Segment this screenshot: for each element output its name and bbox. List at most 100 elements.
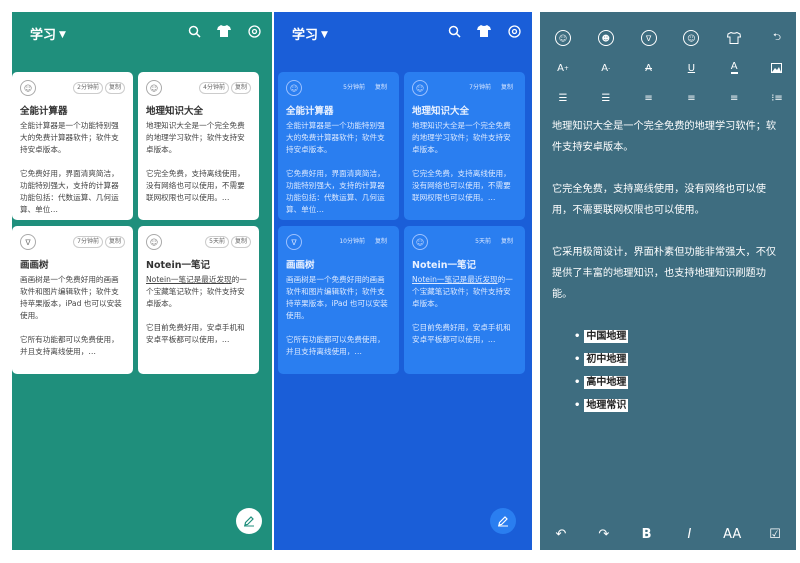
new-note-button[interactable] [490, 508, 516, 534]
note-card[interactable]: ☺ 2分钟前 复制 全能计算器 全能计算器是一个功能特别强大的免费计算器软件；软件支… [12, 72, 133, 220]
font-size-icon[interactable]: AA [723, 526, 741, 542]
notebook-selector[interactable]: 学习 ▼ [292, 24, 328, 43]
note-time: 5天前 [205, 236, 229, 248]
list-item: 高中地理 [574, 372, 784, 393]
notebook-title: 学习 [292, 28, 319, 43]
align-right-icon[interactable]: ≡ [725, 90, 743, 106]
editor-content[interactable]: 地理知识大全是一个完全免费的地理学习软件；软件支持安卓版本。 它完全免费，支持离… [552, 116, 784, 418]
editor-paragraph: 它采用极简设计，界面朴素但功能非常强大，不仅提供了丰富的地理知识，也支持地理知识… [552, 247, 777, 300]
note-card[interactable]: ᐁ 10分钟前 复制 画画树 画画树是一个免费好用的画画软件和图片编辑软件；软件支持… [278, 226, 399, 374]
panel-teal: 学习 ▼ ☺ 2分钟前 复制 全能计算器 全能计算器是一个功能特别强大的免费计算器软件… [12, 12, 272, 550]
note-text: 它目前免费好用，安卓手机和安卓平板都可以使用，… [146, 323, 245, 344]
note-title: Notein一笔记 [146, 260, 210, 271]
image-icon[interactable] [768, 60, 786, 76]
notebook-title: 学习 [30, 28, 57, 43]
note-text: 全能计算器是一个功能特别强大的免费计算器软件；软件支持安卓版本。 [20, 121, 119, 154]
note-title: 地理知识大全 [146, 106, 204, 117]
note-link[interactable]: Notein一笔记是最近发现 [146, 275, 232, 284]
neutral-face-icon[interactable]: ᐁ [640, 30, 657, 46]
note-text: 地理知识大全是一个完全免费的地理学习软件；软件支持安卓版本。 [412, 121, 511, 154]
toolbar-row-emoji: ☺ ☻ ᐁ ☺ ⮌ [554, 30, 786, 46]
note-text: 它所有功能都可以免费使用，并且支持离线使用，… [286, 335, 385, 356]
note-time: 5分钟前 [343, 84, 365, 91]
indent-icon[interactable]: ☰ [554, 90, 572, 106]
settings-icon[interactable] [246, 23, 262, 39]
notebook-selector[interactable]: 学习 ▼ [30, 24, 66, 43]
panel-editor: ☺ ☻ ᐁ ☺ ⮌ A + A- A U A ☰ ☰ ≡ ≡ ≡ ⁝≡ 地理知识大… [540, 12, 796, 550]
return-icon[interactable]: ⮌ [768, 30, 786, 46]
note-text: 它所有功能都可以免费使用，并且支持离线使用，… [20, 335, 119, 356]
search-icon[interactable] [446, 23, 462, 39]
note-text: 它目前免费好用，安卓手机和安卓平板都可以使用，… [412, 323, 511, 344]
top-bar: 学习 ▼ [12, 12, 272, 52]
note-text: 全能计算器是一个功能特别强大的免费计算器软件；软件支持安卓版本。 [286, 121, 385, 154]
note-time: 2分钟前 [73, 82, 103, 94]
text-color-icon[interactable]: A [725, 60, 743, 76]
shirt-outline-icon[interactable] [725, 30, 743, 46]
note-text: 它完全免费，支持离线使用，没有网络也可以使用，不需要联网权限也可以使用。… [412, 169, 511, 202]
smiley-icon: ☺ [286, 80, 302, 96]
editor-paragraph: 它完全免费，支持离线使用，没有网络也可以使用，不需要联网权限也可以使用。 [552, 184, 766, 216]
copy-button[interactable]: 复制 [104, 82, 125, 94]
checkbox-icon[interactable]: ☑ [766, 526, 784, 542]
toolbar-row-text: A + A- A U A [554, 60, 786, 76]
align-left-icon[interactable]: ≡ [640, 90, 658, 106]
bold-icon[interactable]: B [638, 526, 656, 542]
copy-button[interactable]: 复制 [497, 82, 517, 94]
note-text: 它免费好用，界面清爽简洁，功能特别强大，支持的计算器功能包括：代数运算、几何运算… [20, 169, 119, 214]
copy-button[interactable]: 复制 [371, 236, 391, 248]
underline-icon[interactable]: U [682, 60, 700, 76]
outdent-icon[interactable]: ☰ [597, 90, 615, 106]
shirt-icon[interactable] [216, 23, 232, 39]
copy-button[interactable]: 复制 [230, 82, 251, 94]
panel-blue: 学习 ▼ ☺ 5分钟前 复制 全能计算器 全能计算器是一个功能特别强大的免费计算器软件… [274, 12, 532, 550]
note-link[interactable]: Notein一笔记是最近发现 [412, 275, 498, 284]
wink-face-icon[interactable]: ☺ [683, 30, 700, 46]
shirt-icon[interactable] [476, 23, 492, 39]
note-card[interactable]: ☺ 5分钟前 复制 全能计算器 全能计算器是一个功能特别强大的免费计算器软件；软件支… [278, 72, 399, 220]
copy-button[interactable]: 复制 [230, 236, 251, 248]
note-card[interactable]: ☺ 7分钟前 复制 地理知识大全 地理知识大全是一个完全免费的地理学习软件；软件支持… [404, 72, 525, 220]
note-title: Notein一笔记 [412, 260, 476, 271]
note-time: 5天前 [475, 238, 491, 245]
italic-icon[interactable]: I [680, 526, 698, 542]
align-center-icon[interactable]: ≡ [682, 90, 700, 106]
note-time: 7分钟前 [73, 236, 103, 248]
note-title: 全能计算器 [286, 106, 334, 117]
toolbar-row-align: ☰ ☰ ≡ ≡ ≡ ⁝≡ [554, 90, 786, 106]
list-item: 初中地理 [574, 349, 784, 370]
search-icon[interactable] [186, 23, 202, 39]
top-bar: 学习 ▼ [274, 12, 532, 52]
redo-icon[interactable]: ↷ [595, 526, 613, 542]
font-decrease-icon[interactable]: A- [597, 60, 615, 76]
copy-button[interactable]: 复制 [104, 236, 125, 248]
list-item: 中国地理 [574, 326, 784, 347]
settings-icon[interactable] [506, 23, 522, 39]
note-card[interactable]: ☺ 4分钟前 复制 地理知识大全 地理知识大全是一个完全免费的地理学习软件；软件支持… [138, 72, 259, 220]
note-title: 全能计算器 [20, 106, 68, 117]
chevron-down-icon: ▼ [59, 30, 66, 40]
face-icon: ᐁ [286, 234, 302, 250]
face-icon: ᐁ [20, 234, 36, 250]
bullet-list-icon[interactable]: ⁝≡ [768, 90, 786, 106]
note-text: 它免费好用，界面清爽简洁，功能特别强大，支持的计算器功能包括：代数运算、几何运算… [286, 169, 385, 214]
smiley-icon[interactable]: ☺ [555, 30, 571, 46]
strikethrough-icon[interactable]: A [640, 60, 658, 76]
note-title: 画画树 [286, 260, 315, 271]
note-card[interactable]: ☺ 5天前 复制 Notein一笔记 Notein一笔记是最近发现的一个宝藏笔记软件… [138, 226, 259, 374]
happy-face-icon[interactable]: ☻ [597, 30, 614, 46]
note-card[interactable]: ☺ 5天前 复制 Notein一笔记 Notein一笔记是最近发现的一个宝藏笔记软件… [404, 226, 525, 374]
smiley-icon: ☺ [20, 80, 36, 96]
smiley-icon: ☺ [146, 80, 162, 96]
bullet-list: 中国地理 初中地理 高中地理 地理常识 [574, 326, 784, 416]
undo-icon[interactable]: ↶ [552, 526, 570, 542]
copy-button[interactable]: 复制 [371, 82, 391, 94]
font-increase-icon[interactable]: A + [554, 60, 572, 76]
copy-button[interactable]: 复制 [497, 236, 517, 248]
note-text: 它完全免费，支持离线使用，没有网络也可以使用，不需要联网权限也可以使用。… [146, 169, 245, 202]
note-time: 7分钟前 [469, 84, 491, 91]
new-note-button[interactable] [236, 508, 262, 534]
note-card[interactable]: ᐁ 7分钟前 复制 画画树 画画树是一个免费好用的画画软件和图片编辑软件；软件支持苹… [12, 226, 133, 374]
note-time: 4分钟前 [199, 82, 229, 94]
chevron-down-icon: ▼ [321, 30, 328, 40]
